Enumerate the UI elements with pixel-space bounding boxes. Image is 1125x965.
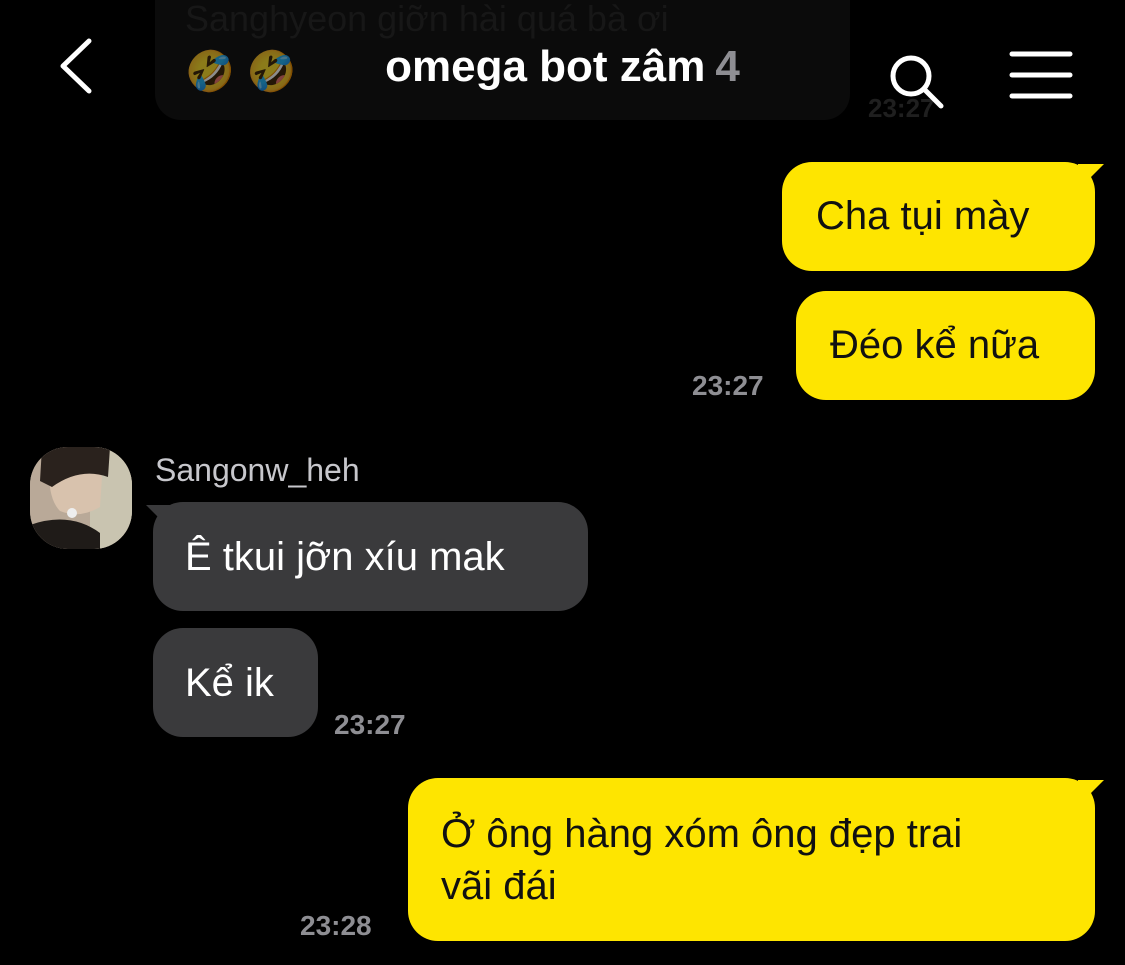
outgoing-message-bubble[interactable]: Cha tụi mày — [782, 162, 1095, 271]
message-timestamp: 23:27 — [692, 370, 764, 401]
member-count: 4 — [715, 42, 740, 91]
message-text: Ê tkui jỡn xíu mak — [185, 535, 505, 579]
hamburger-menu-icon — [1009, 51, 1073, 99]
search-icon — [890, 55, 944, 109]
message-text: Đéo kể nữa — [830, 323, 1040, 367]
message-text-line: vãi đái — [441, 864, 557, 908]
outgoing-message-bubble[interactable]: Đéo kể nữa — [796, 291, 1095, 400]
chat-title-name: omega bot zâm — [385, 42, 706, 91]
chat-title: omega bot zâm 4 — [0, 42, 1125, 92]
message-text: Kể ik — [185, 661, 274, 705]
message-timestamp: 23:28 — [300, 910, 372, 941]
search-button[interactable] — [885, 50, 947, 112]
incoming-message-bubble[interactable]: Kể ik — [153, 628, 318, 737]
message-timestamp: 23:27 — [334, 709, 406, 740]
outgoing-message-bubble[interactable]: Ở ông hàng xóm ông đẹp trai vãi đái — [408, 778, 1095, 941]
incoming-message-bubble[interactable]: Ê tkui jỡn xíu mak — [153, 502, 588, 611]
avatar[interactable] — [30, 447, 132, 549]
message-text-line: Ở ông hàng xóm ông đẹp trai — [441, 812, 963, 856]
sender-name: Sangonw_heh — [155, 452, 360, 488]
menu-button[interactable] — [1008, 48, 1074, 104]
chat-header: omega bot zâm 4 — [0, 0, 1125, 135]
avatar-photo — [30, 447, 132, 549]
message-text: Cha tụi mày — [816, 194, 1030, 238]
